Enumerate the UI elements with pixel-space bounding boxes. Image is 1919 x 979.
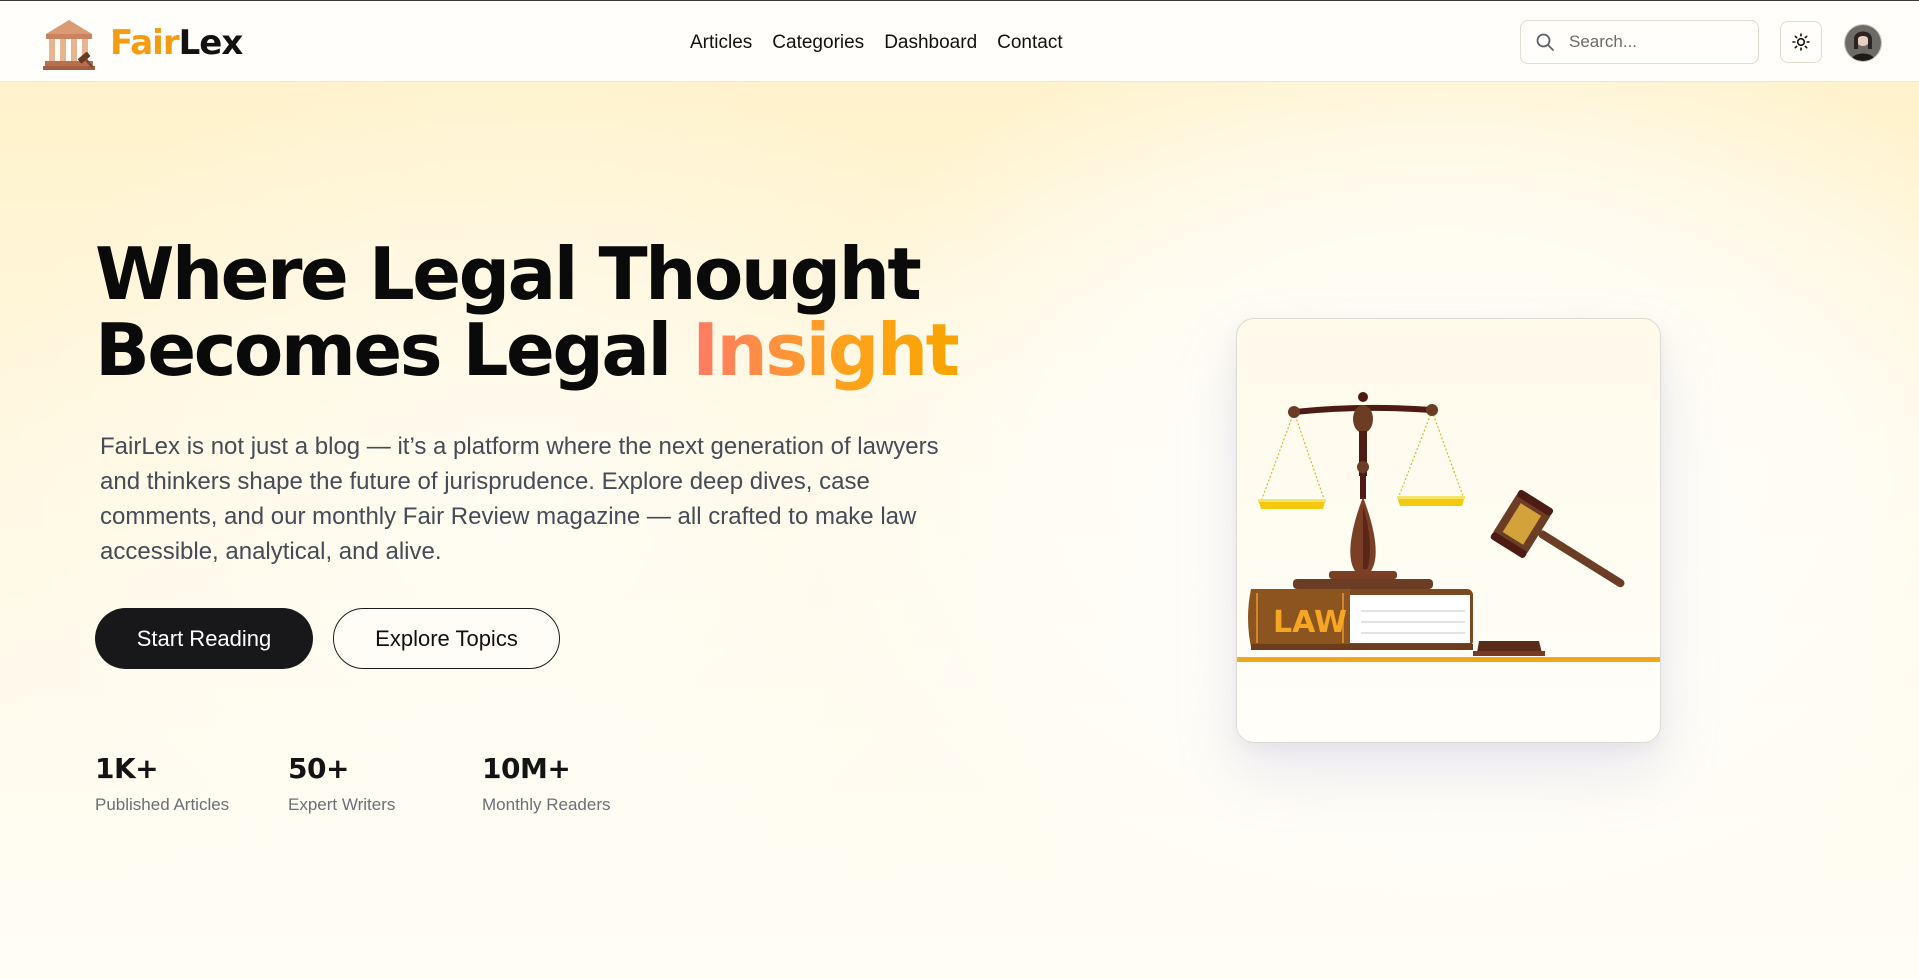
search-box[interactable] bbox=[1520, 20, 1759, 64]
sun-icon bbox=[1792, 33, 1810, 51]
brand-name: FairLex bbox=[110, 23, 243, 63]
svg-text:LAW: LAW bbox=[1273, 605, 1347, 640]
law-book-icon: LAW bbox=[1248, 589, 1473, 650]
scales-of-justice-icon bbox=[1258, 392, 1465, 589]
site-header: FairLex Articles Categories Dashboard Co… bbox=[0, 1, 1919, 82]
hero-title-line1: Where Legal Thought bbox=[95, 232, 922, 316]
stat-value: 1K+ bbox=[95, 752, 159, 785]
gavel-icon bbox=[1473, 489, 1625, 656]
hero-title: Where Legal Thought Becomes Legal Insigh… bbox=[95, 232, 960, 392]
main-nav: Articles Categories Dashboard Contact bbox=[680, 29, 1073, 57]
avatar-image bbox=[1845, 25, 1881, 61]
user-avatar[interactable] bbox=[1844, 24, 1882, 62]
stat-published-articles: 1K+ Published Articles bbox=[95, 751, 229, 815]
start-reading-button[interactable]: Start Reading bbox=[95, 608, 313, 669]
stat-label: Monthly Readers bbox=[482, 795, 611, 814]
hero-illustration-card: LAW bbox=[1236, 318, 1661, 743]
stat-label: Expert Writers bbox=[288, 795, 396, 814]
nav-contact[interactable]: Contact bbox=[987, 29, 1072, 57]
courthouse-gavel-icon bbox=[43, 20, 95, 70]
hero-title-line2: Becomes Legal Insight bbox=[95, 308, 960, 392]
nav-categories[interactable]: Categories bbox=[762, 29, 874, 57]
theme-toggle-button[interactable] bbox=[1780, 21, 1822, 63]
explore-topics-button[interactable]: Explore Topics bbox=[333, 608, 560, 669]
hero-description: FairLex is not just a blog — it’s a plat… bbox=[100, 433, 939, 565]
search-input[interactable] bbox=[1567, 31, 1751, 53]
stat-label: Published Articles bbox=[95, 795, 230, 814]
brand-link[interactable]: FairLex bbox=[40, 13, 243, 73]
search-icon bbox=[1536, 33, 1554, 51]
nav-articles[interactable]: Articles bbox=[680, 29, 762, 57]
nav-dashboard[interactable]: Dashboard bbox=[874, 29, 987, 57]
stat-monthly-readers: 10M+ Monthly Readers bbox=[482, 751, 611, 815]
hero-title-accent: Insight bbox=[692, 308, 960, 392]
justice-illustration: LAW bbox=[1237, 392, 1660, 662]
stat-value: 50+ bbox=[288, 752, 349, 785]
stat-value: 10M+ bbox=[482, 752, 571, 785]
stat-expert-writers: 50+ Expert Writers bbox=[288, 751, 395, 815]
